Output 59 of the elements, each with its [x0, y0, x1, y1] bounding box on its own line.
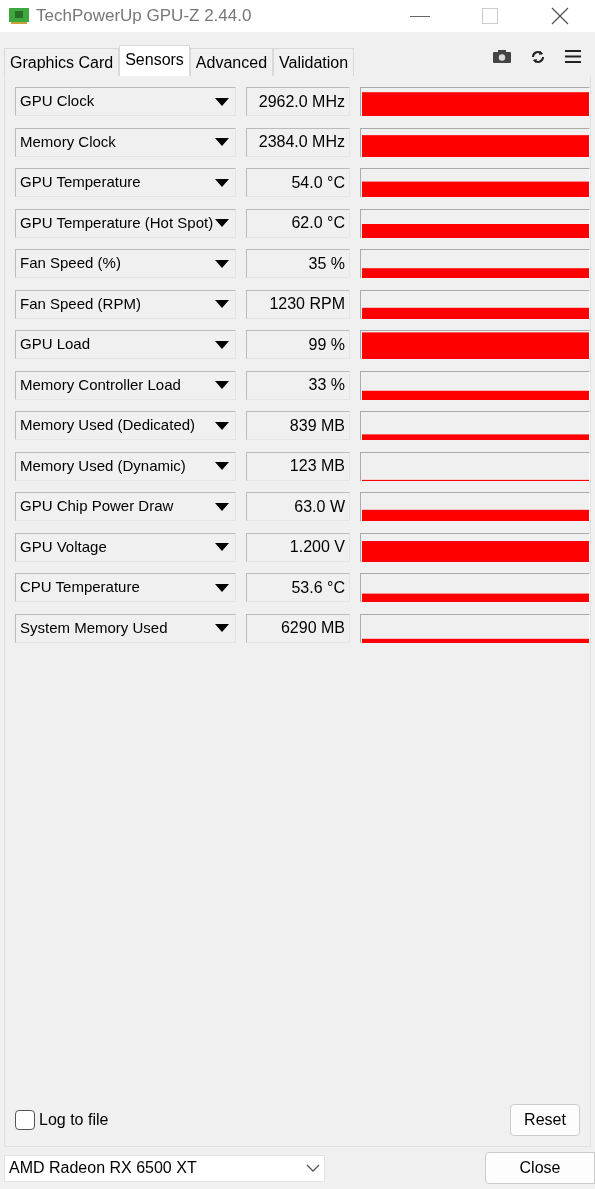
tab[interactable]: Graphics Card [4, 48, 120, 76]
minimize-icon[interactable] [410, 15, 430, 17]
dropdown-arrow-icon [215, 421, 229, 430]
dropdown-arrow-icon [215, 300, 229, 308]
sensor-value: 6290 MB [246, 613, 350, 643]
sensor-dropdown[interactable]: Memory Controller Load [15, 370, 236, 400]
close-button[interactable]: Close [485, 1152, 595, 1184]
sensor-value: 2384.0 MHz [246, 127, 350, 157]
dropdown-arrow-icon [215, 502, 229, 511]
sensor-dropdown[interactable]: GPU Load [15, 330, 236, 359]
sensor-dropdown[interactable]: Memory Used (Dynamic) [15, 451, 236, 481]
sensor-dropdown[interactable]: GPU Clock [15, 87, 236, 116]
sensor-value: 2962.0 MHz [246, 87, 350, 116]
sensor-dropdown[interactable]: Memory Clock [15, 127, 236, 157]
dropdown-arrow-icon [215, 381, 229, 389]
sensor-dropdown[interactable]: GPU Temperature (Hot Spot) [15, 208, 236, 238]
dropdown-arrow-icon [215, 583, 229, 592]
close-icon[interactable] [551, 7, 569, 25]
dropdown-arrow-icon [215, 462, 229, 470]
tab[interactable]: Sensors [119, 45, 190, 76]
sensor-value: 99 % [246, 330, 350, 359]
sensor-dropdown[interactable]: Fan Speed (RPM) [15, 289, 236, 319]
refresh-icon[interactable] [531, 50, 545, 64]
sensor-dropdown[interactable]: CPU Temperature [15, 573, 236, 602]
sensor-dropdown[interactable]: GPU Chip Power Draw [15, 492, 236, 521]
menu-icon[interactable] [565, 50, 581, 63]
sensor-value: 839 MB [246, 411, 350, 440]
window-title: TechPowerUp GPU-Z 2.44.0 [36, 5, 253, 28]
sensor-value: 33 % [246, 370, 350, 400]
tab[interactable]: Advanced [189, 48, 274, 76]
dropdown-arrow-icon [215, 97, 229, 106]
app-icon [8, 7, 30, 25]
reset-button[interactable]: Reset [510, 1104, 580, 1136]
checkbox-label: Log to file [39, 1110, 109, 1130]
sensor-value: 63.0 W [246, 492, 350, 521]
tab[interactable]: Validation [273, 48, 355, 76]
camera-icon[interactable] [493, 50, 511, 63]
sensor-dropdown[interactable]: System Memory Used [15, 613, 236, 643]
sensor-dropdown[interactable]: Memory Used (Dedicated) [15, 411, 236, 440]
dropdown-arrow-icon [215, 219, 229, 227]
log-checkbox[interactable] [15, 1110, 35, 1130]
dropdown-arrow-icon [215, 138, 229, 146]
sensor-value: 62.0 °C [246, 208, 350, 238]
sensor-value: 54.0 °C [246, 168, 350, 197]
sensor-value: 1230 RPM [246, 289, 350, 319]
sensor-dropdown[interactable]: GPU Temperature [15, 168, 236, 197]
sensor-dropdown[interactable]: Fan Speed (%) [15, 249, 236, 278]
chevron-icon [306, 1164, 320, 1172]
sensor-value: 35 % [246, 249, 350, 278]
sensor-value: 1.200 V [246, 532, 350, 562]
dropdown-arrow-icon [215, 340, 229, 349]
sensor-value: 123 MB [246, 451, 350, 481]
sensor-dropdown[interactable]: GPU Voltage [15, 532, 236, 562]
dropdown-arrow-icon [215, 178, 229, 187]
sensor-value: 53.6 °C [246, 573, 350, 602]
dropdown-arrow-icon [215, 624, 229, 632]
device-dropdown[interactable]: AMD Radeon RX 6500 XT [4, 1154, 325, 1182]
dropdown-arrow-icon [215, 543, 229, 551]
dropdown-arrow-icon [215, 259, 229, 268]
